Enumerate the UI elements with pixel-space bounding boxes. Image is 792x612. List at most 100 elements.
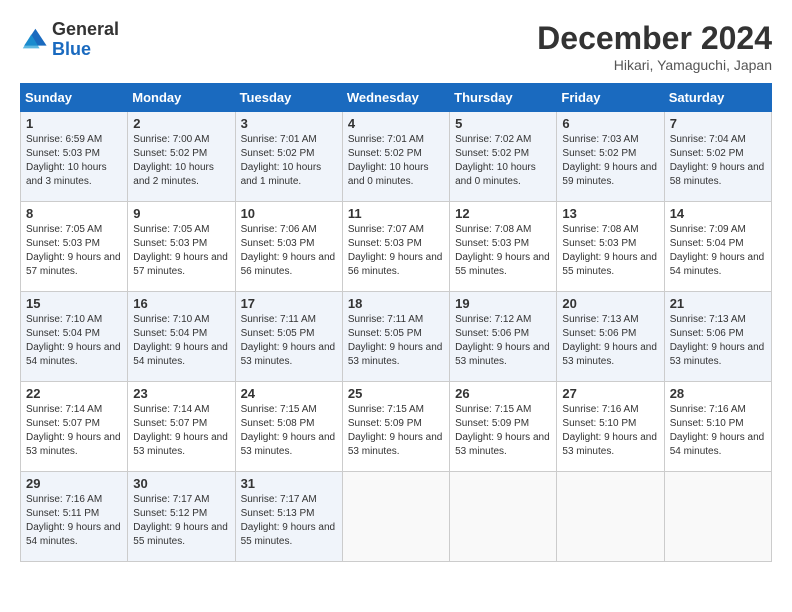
weekday-header-row: Sunday Monday Tuesday Wednesday Thursday… [21,84,772,112]
day-number: 18 [348,296,444,311]
day-info: Sunrise: 7:15 AMSunset: 5:09 PMDaylight:… [348,404,443,457]
day-info: Sunrise: 7:10 AMSunset: 5:04 PMDaylight:… [133,314,228,367]
day-info: Sunrise: 7:04 AMSunset: 5:02 PMDaylight:… [670,134,765,187]
day-number: 28 [670,386,766,401]
day-number: 31 [241,476,337,491]
month-year-title: December 2024 [537,20,772,57]
table-row: 31 Sunrise: 7:17 AMSunset: 5:13 PMDaylig… [235,472,342,562]
day-info: Sunrise: 7:08 AMSunset: 5:03 PMDaylight:… [562,224,657,277]
table-row: 25 Sunrise: 7:15 AMSunset: 5:09 PMDaylig… [342,382,449,472]
day-info: Sunrise: 7:16 AMSunset: 5:10 PMDaylight:… [562,404,657,457]
day-info: Sunrise: 7:11 AMSunset: 5:05 PMDaylight:… [241,314,336,367]
table-row: 29 Sunrise: 7:16 AMSunset: 5:11 PMDaylig… [21,472,128,562]
day-number: 19 [455,296,551,311]
week-row-3: 15 Sunrise: 7:10 AMSunset: 5:04 PMDaylig… [21,292,772,382]
header-thursday: Thursday [450,84,557,112]
table-row: 2 Sunrise: 7:00 AMSunset: 5:02 PMDayligh… [128,112,235,202]
day-info: Sunrise: 7:05 AMSunset: 5:03 PMDaylight:… [133,224,228,277]
day-number: 7 [670,116,766,131]
day-info: Sunrise: 7:01 AMSunset: 5:02 PMDaylight:… [241,134,322,187]
day-info: Sunrise: 7:00 AMSunset: 5:02 PMDaylight:… [133,134,214,187]
day-info: Sunrise: 7:09 AMSunset: 5:04 PMDaylight:… [670,224,765,277]
table-row: 10 Sunrise: 7:06 AMSunset: 5:03 PMDaylig… [235,202,342,292]
day-info: Sunrise: 7:16 AMSunset: 5:11 PMDaylight:… [26,494,121,547]
day-number: 5 [455,116,551,131]
header-sunday: Sunday [21,84,128,112]
table-row: 3 Sunrise: 7:01 AMSunset: 5:02 PMDayligh… [235,112,342,202]
day-number: 26 [455,386,551,401]
calendar-table: Sunday Monday Tuesday Wednesday Thursday… [20,83,772,562]
day-number: 10 [241,206,337,221]
day-info: Sunrise: 6:59 AMSunset: 5:03 PMDaylight:… [26,134,107,187]
header-friday: Friday [557,84,664,112]
table-row: 20 Sunrise: 7:13 AMSunset: 5:06 PMDaylig… [557,292,664,382]
table-row: 14 Sunrise: 7:09 AMSunset: 5:04 PMDaylig… [664,202,771,292]
table-row [664,472,771,562]
week-row-1: 1 Sunrise: 6:59 AMSunset: 5:03 PMDayligh… [21,112,772,202]
table-row [450,472,557,562]
day-number: 6 [562,116,658,131]
week-row-5: 29 Sunrise: 7:16 AMSunset: 5:11 PMDaylig… [21,472,772,562]
table-row: 12 Sunrise: 7:08 AMSunset: 5:03 PMDaylig… [450,202,557,292]
table-row [342,472,449,562]
table-row: 27 Sunrise: 7:16 AMSunset: 5:10 PMDaylig… [557,382,664,472]
day-info: Sunrise: 7:05 AMSunset: 5:03 PMDaylight:… [26,224,121,277]
table-row: 30 Sunrise: 7:17 AMSunset: 5:12 PMDaylig… [128,472,235,562]
day-info: Sunrise: 7:06 AMSunset: 5:03 PMDaylight:… [241,224,336,277]
table-row: 9 Sunrise: 7:05 AMSunset: 5:03 PMDayligh… [128,202,235,292]
day-info: Sunrise: 7:11 AMSunset: 5:05 PMDaylight:… [348,314,443,367]
table-row: 28 Sunrise: 7:16 AMSunset: 5:10 PMDaylig… [664,382,771,472]
table-row: 24 Sunrise: 7:15 AMSunset: 5:08 PMDaylig… [235,382,342,472]
table-row: 19 Sunrise: 7:12 AMSunset: 5:06 PMDaylig… [450,292,557,382]
logo-icon [20,26,48,54]
day-number: 3 [241,116,337,131]
day-number: 22 [26,386,122,401]
logo: General Blue [20,20,119,60]
day-number: 8 [26,206,122,221]
day-number: 1 [26,116,122,131]
table-row: 6 Sunrise: 7:03 AMSunset: 5:02 PMDayligh… [557,112,664,202]
table-row: 26 Sunrise: 7:15 AMSunset: 5:09 PMDaylig… [450,382,557,472]
day-info: Sunrise: 7:12 AMSunset: 5:06 PMDaylight:… [455,314,550,367]
day-number: 29 [26,476,122,491]
day-info: Sunrise: 7:08 AMSunset: 5:03 PMDaylight:… [455,224,550,277]
day-number: 14 [670,206,766,221]
day-number: 15 [26,296,122,311]
logo-text: General Blue [52,20,119,60]
day-number: 21 [670,296,766,311]
day-info: Sunrise: 7:14 AMSunset: 5:07 PMDaylight:… [26,404,121,457]
table-row: 1 Sunrise: 6:59 AMSunset: 5:03 PMDayligh… [21,112,128,202]
table-row: 22 Sunrise: 7:14 AMSunset: 5:07 PMDaylig… [21,382,128,472]
table-row: 13 Sunrise: 7:08 AMSunset: 5:03 PMDaylig… [557,202,664,292]
day-number: 9 [133,206,229,221]
day-info: Sunrise: 7:07 AMSunset: 5:03 PMDaylight:… [348,224,443,277]
location-subtitle: Hikari, Yamaguchi, Japan [537,57,772,73]
table-row: 7 Sunrise: 7:04 AMSunset: 5:02 PMDayligh… [664,112,771,202]
table-row: 21 Sunrise: 7:13 AMSunset: 5:06 PMDaylig… [664,292,771,382]
day-number: 20 [562,296,658,311]
header-tuesday: Tuesday [235,84,342,112]
title-area: December 2024 Hikari, Yamaguchi, Japan [537,20,772,73]
day-number: 12 [455,206,551,221]
table-row: 23 Sunrise: 7:14 AMSunset: 5:07 PMDaylig… [128,382,235,472]
day-info: Sunrise: 7:13 AMSunset: 5:06 PMDaylight:… [670,314,765,367]
day-info: Sunrise: 7:14 AMSunset: 5:07 PMDaylight:… [133,404,228,457]
day-number: 2 [133,116,229,131]
table-row: 17 Sunrise: 7:11 AMSunset: 5:05 PMDaylig… [235,292,342,382]
day-info: Sunrise: 7:15 AMSunset: 5:09 PMDaylight:… [455,404,550,457]
day-info: Sunrise: 7:17 AMSunset: 5:13 PMDaylight:… [241,494,336,547]
header-saturday: Saturday [664,84,771,112]
header-wednesday: Wednesday [342,84,449,112]
day-number: 24 [241,386,337,401]
table-row: 16 Sunrise: 7:10 AMSunset: 5:04 PMDaylig… [128,292,235,382]
table-row: 5 Sunrise: 7:02 AMSunset: 5:02 PMDayligh… [450,112,557,202]
table-row: 18 Sunrise: 7:11 AMSunset: 5:05 PMDaylig… [342,292,449,382]
header: General Blue December 2024 Hikari, Yamag… [20,20,772,73]
day-info: Sunrise: 7:17 AMSunset: 5:12 PMDaylight:… [133,494,228,547]
table-row: 11 Sunrise: 7:07 AMSunset: 5:03 PMDaylig… [342,202,449,292]
table-row [557,472,664,562]
day-number: 4 [348,116,444,131]
day-info: Sunrise: 7:10 AMSunset: 5:04 PMDaylight:… [26,314,121,367]
table-row: 8 Sunrise: 7:05 AMSunset: 5:03 PMDayligh… [21,202,128,292]
header-monday: Monday [128,84,235,112]
